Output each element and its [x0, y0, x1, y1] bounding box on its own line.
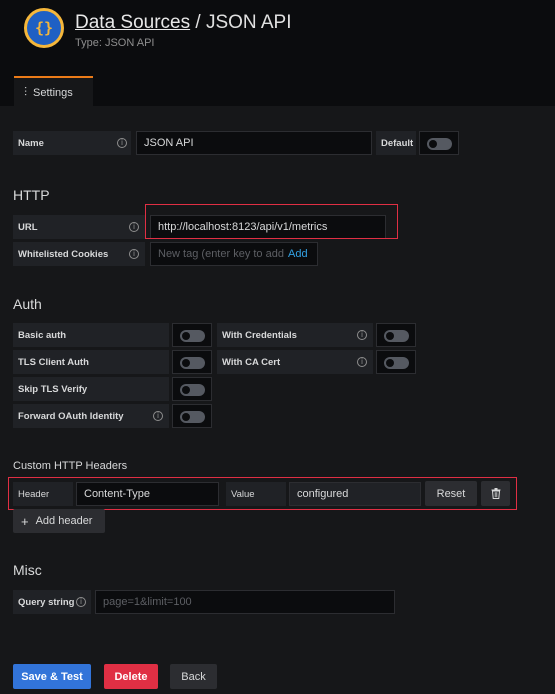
- with-ca-cert-toggle[interactable]: [376, 350, 416, 374]
- forward-oauth-info-icon[interactable]: i: [153, 411, 163, 421]
- with-ca-cert-info-icon[interactable]: i: [357, 357, 367, 367]
- with-ca-cert-label: With CA Cert: [217, 350, 373, 374]
- cookies-label-text: Whitelisted Cookies: [18, 248, 109, 260]
- basic-auth-label: Basic auth: [13, 323, 169, 347]
- default-toggle[interactable]: [419, 131, 459, 155]
- custom-header-highlight-box: [8, 477, 517, 510]
- forward-oauth-label: Forward OAuth Identity: [13, 404, 169, 428]
- url-highlight-box: [145, 204, 398, 239]
- back-button[interactable]: Back: [170, 664, 217, 689]
- plus-icon: +: [21, 513, 29, 529]
- delete-button[interactable]: Delete: [104, 664, 158, 689]
- breadcrumb-data-sources-link[interactable]: Data Sources: [75, 12, 190, 33]
- datasource-title: JSON API: [205, 12, 292, 33]
- with-ca-cert-label-text: With CA Cert: [222, 356, 281, 368]
- url-info-icon[interactable]: i: [129, 222, 139, 232]
- tls-client-auth-label-text: TLS Client Auth: [18, 356, 89, 368]
- with-credentials-toggle[interactable]: [376, 323, 416, 347]
- tab-settings-label: Settings: [33, 86, 73, 99]
- datasource-type: Type: JSON API: [75, 37, 155, 49]
- add-header-label: Add header: [35, 515, 93, 527]
- name-input-value: JSON API: [144, 137, 194, 149]
- with-ca-cert-switch[interactable]: [384, 357, 409, 369]
- with-credentials-label-text: With Credentials: [222, 329, 297, 341]
- page-title: Data Sources / JSON API: [75, 12, 292, 34]
- cookies-info-icon[interactable]: i: [129, 249, 139, 259]
- query-string-input[interactable]: page=1&limit=100: [95, 590, 395, 614]
- json-api-logo-icon: {}: [24, 8, 64, 48]
- name-info-icon[interactable]: i: [117, 138, 127, 148]
- tls-client-auth-toggle[interactable]: [172, 350, 212, 374]
- url-label-text: URL: [18, 221, 38, 233]
- with-credentials-label: With Credentials: [217, 323, 373, 347]
- misc-section-title: Misc: [13, 562, 42, 578]
- cookies-placeholder: New tag (enter key to add: [158, 248, 284, 260]
- default-label-text: Default: [381, 137, 414, 149]
- name-input[interactable]: JSON API: [136, 131, 372, 155]
- skip-tls-verify-switch[interactable]: [180, 384, 205, 396]
- skip-tls-verify-label-text: Skip TLS Verify: [18, 383, 88, 395]
- skip-tls-verify-toggle[interactable]: [172, 377, 212, 401]
- auth-section-title: Auth: [13, 296, 42, 312]
- query-string-label-text: Query string: [18, 596, 75, 608]
- with-credentials-info-icon[interactable]: i: [357, 330, 367, 340]
- default-switch[interactable]: [427, 138, 452, 150]
- with-credentials-switch[interactable]: [384, 330, 409, 342]
- tab-settings[interactable]: ⫶ Settings: [14, 76, 93, 107]
- query-string-info-icon[interactable]: i: [76, 597, 86, 607]
- forward-oauth-label-text: Forward OAuth Identity: [18, 410, 124, 422]
- url-label: URL: [13, 215, 145, 239]
- sliders-icon: ⫶: [24, 85, 28, 99]
- basic-auth-label-text: Basic auth: [18, 329, 67, 341]
- cookies-add-button[interactable]: Add: [288, 248, 308, 260]
- forward-oauth-toggle[interactable]: [172, 404, 212, 428]
- http-section-title: HTTP: [13, 187, 50, 203]
- name-label-text: Name: [18, 137, 44, 149]
- custom-headers-section-title: Custom HTTP Headers: [13, 460, 128, 472]
- add-header-button[interactable]: + Add header: [13, 509, 105, 533]
- name-label: Name: [13, 131, 131, 155]
- cookies-label: Whitelisted Cookies: [13, 242, 145, 266]
- forward-oauth-switch[interactable]: [180, 411, 205, 423]
- skip-tls-verify-label: Skip TLS Verify: [13, 377, 169, 401]
- page-header: {} Data Sources / JSON API Type: JSON AP…: [0, 0, 555, 107]
- default-label: Default: [376, 131, 416, 155]
- save-test-button[interactable]: Save & Test: [13, 664, 91, 689]
- tls-client-auth-label: TLS Client Auth: [13, 350, 169, 374]
- basic-auth-switch[interactable]: [180, 330, 205, 342]
- basic-auth-toggle[interactable]: [172, 323, 212, 347]
- query-string-placeholder: page=1&limit=100: [103, 596, 192, 608]
- breadcrumb-separator: /: [190, 12, 206, 33]
- tls-client-auth-switch[interactable]: [180, 357, 205, 369]
